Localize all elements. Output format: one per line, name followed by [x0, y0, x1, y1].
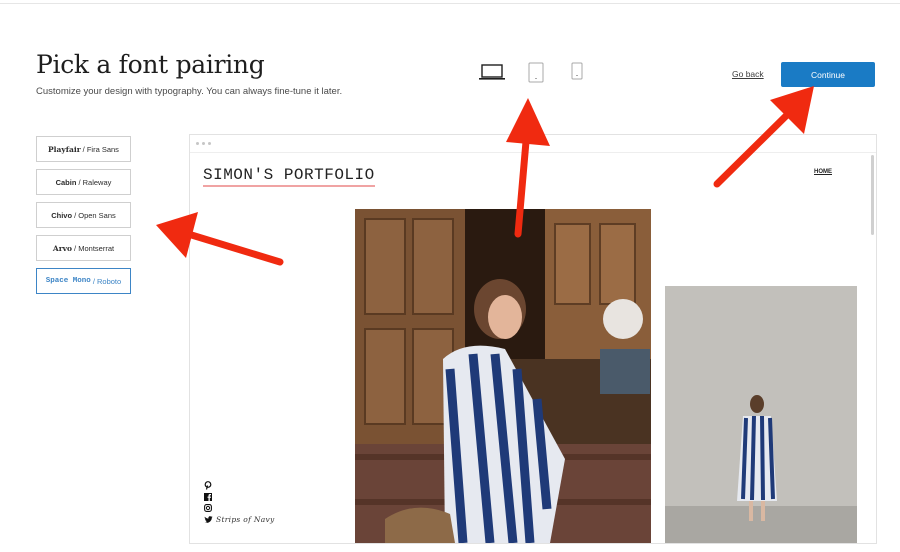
preview-nav-home: HOME [814, 169, 832, 175]
font-option-body: Fira Sans [86, 144, 119, 154]
preview-scrollbar[interactable] [871, 155, 874, 235]
font-option-space-mono-roboto[interactable]: Space Mono / Roboto [36, 268, 131, 294]
font-option-heading: Playfair [48, 144, 81, 154]
font-option-body: Roboto [97, 276, 122, 286]
instagram-icon[interactable] [204, 504, 212, 512]
font-option-body: Montserrat [78, 243, 115, 253]
font-option-heading: Chivo [51, 210, 73, 220]
tablet-icon[interactable] [528, 62, 544, 84]
font-option-separator: / [82, 144, 85, 154]
social-caption: Strips of Navy [216, 515, 275, 524]
preview-browser-bar [190, 135, 876, 153]
go-back-link[interactable]: Go back [732, 69, 764, 79]
top-divider [0, 3, 900, 4]
font-option-arvo-montserrat[interactable]: Arvo / Montserrat [36, 235, 131, 261]
preview-social-links: Strips of Navy [204, 481, 275, 524]
facebook-icon[interactable] [204, 493, 212, 501]
phone-icon[interactable] [571, 62, 583, 80]
font-option-chivo-open-sans[interactable]: Chivo / Open Sans [36, 202, 131, 228]
desktop-icon[interactable] [478, 62, 506, 82]
preview-photo-woman-by-wall [665, 286, 857, 543]
font-option-heading: Space Mono [45, 277, 91, 285]
font-option-heading: Cabin [55, 177, 77, 187]
font-option-heading: Arvo [52, 243, 73, 253]
page-title: Pick a font pairing [36, 50, 265, 79]
twitter-row: Strips of Navy [204, 515, 275, 524]
preview-photo-woman-on-steps [355, 209, 651, 543]
window-dots-icon [196, 142, 211, 145]
font-option-separator: / [92, 276, 95, 286]
twitter-icon[interactable] [204, 515, 213, 524]
font-option-body: Raleway [82, 177, 112, 187]
font-option-playfair-fira-sans[interactable]: Playfair / Fira Sans [36, 136, 131, 162]
font-option-separator: / [74, 210, 77, 220]
continue-button[interactable]: Continue [781, 62, 875, 87]
font-option-separator: / [74, 243, 77, 253]
font-option-cabin-raleway[interactable]: Cabin / Raleway [36, 169, 131, 195]
page-subtitle: Customize your design with typography. Y… [36, 86, 343, 97]
font-option-body: Open Sans [78, 210, 116, 220]
font-option-separator: / [78, 177, 81, 187]
pinterest-icon[interactable] [204, 481, 212, 490]
preview-site-title: SIMON'S PORTFOLIO [203, 166, 375, 187]
site-preview: SIMON'S PORTFOLIO HOME Strips of Navy [189, 134, 877, 544]
